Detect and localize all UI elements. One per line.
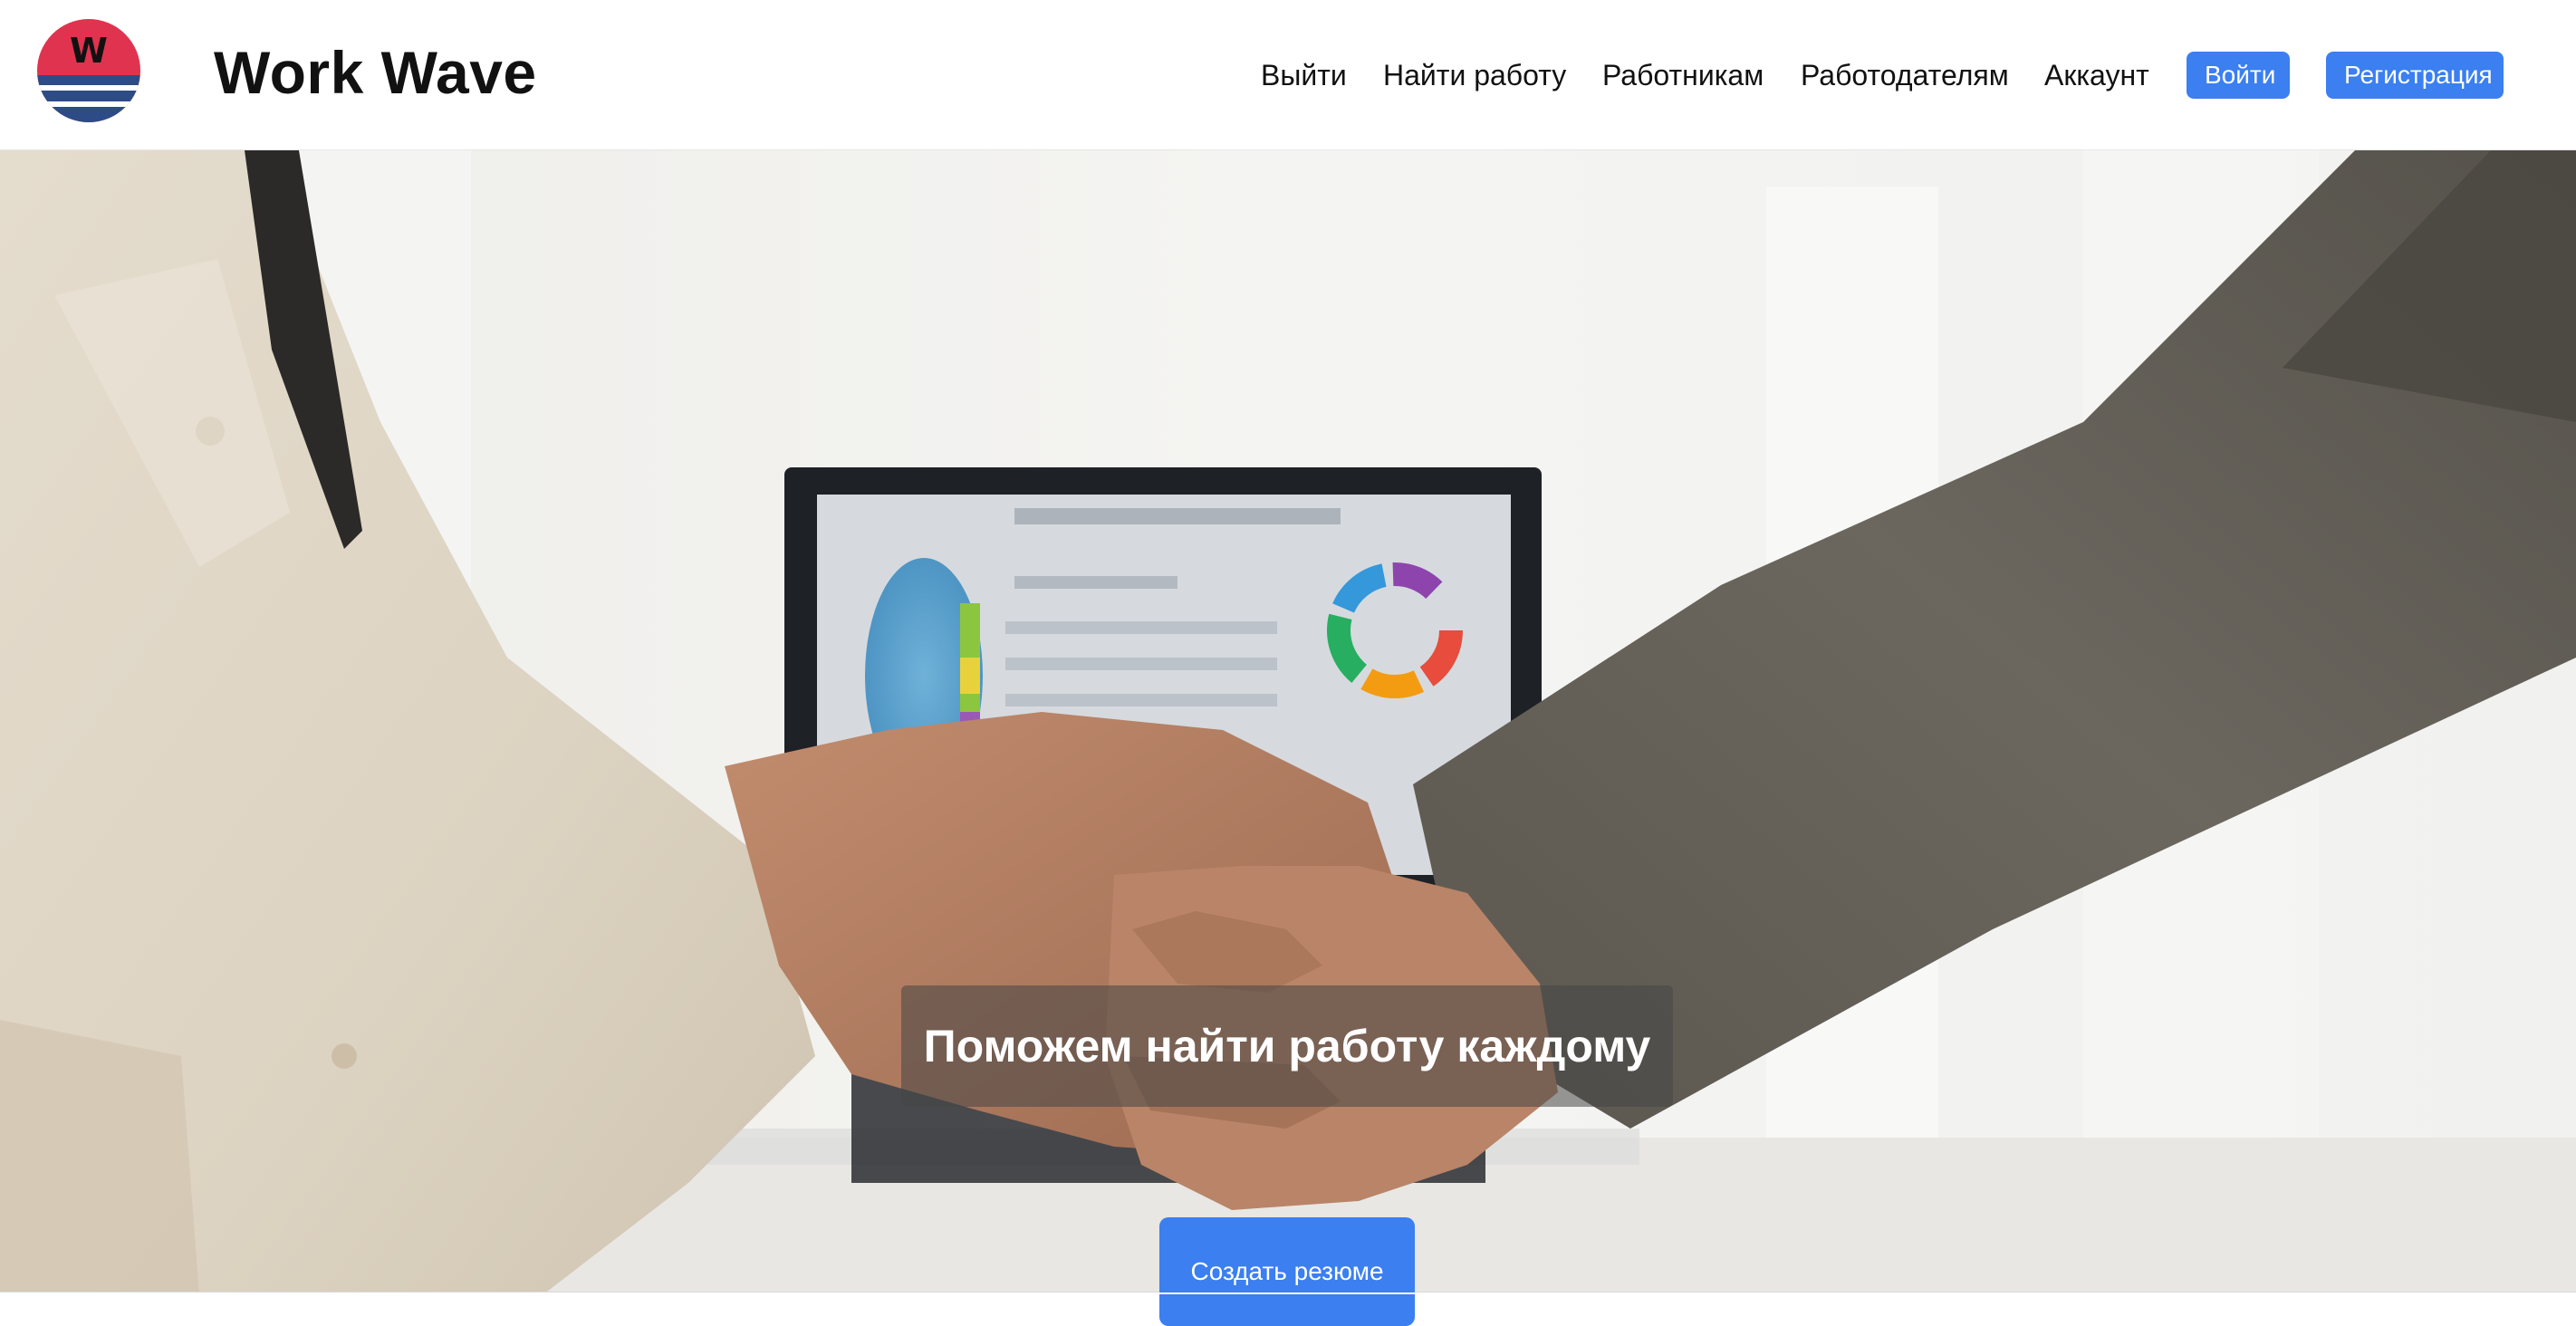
nav-account[interactable]: Аккаунт xyxy=(2044,53,2149,98)
hero-banner: Поможем найти работу каждому xyxy=(0,150,2576,1294)
register-button[interactable]: Регистрация xyxy=(2326,52,2504,99)
nav-logout[interactable]: Выйти xyxy=(1261,53,1347,98)
hero-tagline: Поможем найти работу каждому xyxy=(923,1021,1651,1071)
nav-for-employers[interactable]: Работодателям xyxy=(1801,53,2009,98)
nav-find-job[interactable]: Найти работу xyxy=(1383,53,1566,98)
logo-stripes xyxy=(37,75,140,122)
nav-for-workers[interactable]: Работникам xyxy=(1602,53,1764,98)
tagline-box: Поможем найти работу каждому xyxy=(901,985,1673,1107)
top-navbar: W Work Wave Выйти Найти работу Работника… xyxy=(0,0,2576,150)
logo-icon[interactable]: W xyxy=(37,19,140,122)
handshake-photo xyxy=(0,150,2576,1294)
brand-name[interactable]: Work Wave xyxy=(214,36,537,109)
create-resume-button[interactable]: Создать резюме xyxy=(1159,1217,1415,1326)
logo-letter: W xyxy=(70,31,108,71)
login-button[interactable]: Войти xyxy=(2187,52,2290,99)
